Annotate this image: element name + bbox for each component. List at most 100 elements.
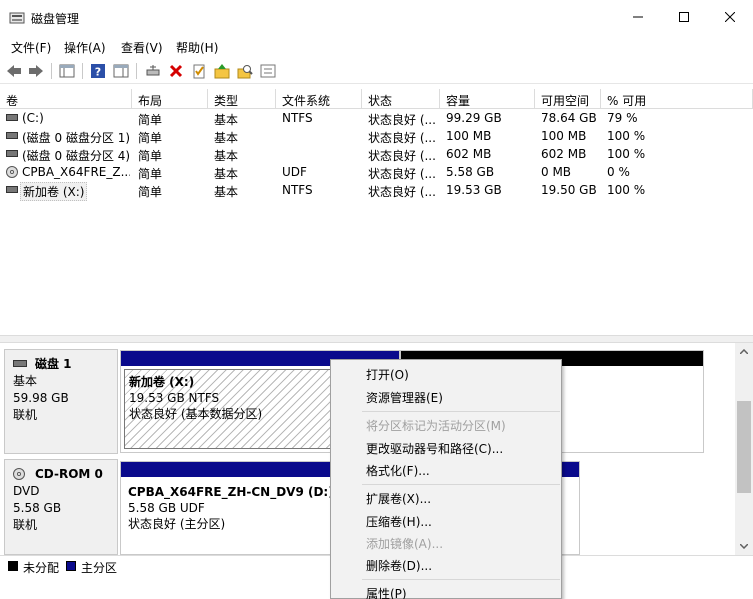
back-arrow-icon <box>7 65 21 77</box>
toolbar-separator <box>51 63 52 79</box>
table-row[interactable]: (磁盘 0 磁盘分区 1) 简单 基本 状态良好 (... 100 MB 100… <box>0 127 753 145</box>
back-button[interactable] <box>5 62 23 80</box>
menu-bar: 文件(F) 操作(A) 查看(V) 帮助(H) <box>0 36 753 57</box>
volume-filesystem: NTFS <box>282 183 313 197</box>
maximize-icon <box>679 12 689 22</box>
table-row[interactable]: (C:) 简单 基本 NTFS 状态良好 (... 99.29 GB 78.64… <box>0 109 753 127</box>
scrollbar-thumb[interactable] <box>737 401 751 493</box>
volume-capacity: 100 MB <box>446 129 492 143</box>
volume-status: 状态良好 (... <box>368 167 436 181</box>
folder-search-icon <box>237 65 253 79</box>
column-header-filesystem[interactable]: 文件系统 <box>276 89 362 109</box>
options-button[interactable] <box>259 62 277 80</box>
delete-button[interactable] <box>167 62 185 80</box>
volume-capacity: 19.53 GB <box>446 183 502 197</box>
connect-disk-button[interactable] <box>144 62 162 80</box>
cdrom-0-state: 联机 <box>13 518 38 532</box>
toolbar-separator <box>82 63 83 79</box>
volume-status: 状态良好 (... <box>368 185 436 199</box>
cd-drive-icon <box>13 468 25 480</box>
connect-drive-icon <box>146 65 160 76</box>
column-header-volume[interactable]: 卷 <box>0 89 132 109</box>
legend-unallocated-label: 未分配 <box>23 561 60 575</box>
properties-checklist-icon <box>193 64 205 79</box>
volume-name: (C:) <box>22 111 44 125</box>
search-folder-button[interactable] <box>236 62 254 80</box>
action-pane-icon <box>113 64 129 78</box>
disk-pane-scrollbar[interactable] <box>735 343 753 555</box>
menu-item-properties[interactable]: 属性(P) <box>366 585 407 599</box>
disk-1-size: 59.98 GB <box>13 391 69 405</box>
legend-primary-label: 主分区 <box>81 561 118 575</box>
volume-layout: 简单 <box>138 113 163 127</box>
delete-x-icon <box>169 64 183 78</box>
column-header-type[interactable]: 类型 <box>208 89 276 109</box>
disk-management-app-icon <box>9 12 25 24</box>
chevron-down-icon <box>740 543 748 549</box>
forward-button[interactable] <box>27 62 45 80</box>
disk-drive-icon <box>6 114 18 121</box>
menu-item-add-mirror: 添加镜像(A)... <box>366 537 444 551</box>
menu-item-shrink-volume[interactable]: 压缩卷(H)... <box>366 513 432 530</box>
volume-filesystem: UDF <box>282 165 307 179</box>
console-tree-icon <box>59 64 75 78</box>
menu-item-extend-volume[interactable]: 扩展卷(X)... <box>366 490 431 507</box>
disk-1-info[interactable]: 磁盘 1 基本 59.98 GB 联机 <box>4 349 118 454</box>
volume-percent-free: 100 % <box>607 129 646 143</box>
volume-free-space: 78.64 GB <box>541 111 597 125</box>
close-window-button[interactable] <box>707 0 753 34</box>
pane-splitter[interactable] <box>0 335 753 343</box>
menu-item-delete-volume[interactable]: 删除卷(D)... <box>366 557 432 574</box>
up-folder-button[interactable] <box>213 62 231 80</box>
scroll-down-button[interactable] <box>739 541 749 551</box>
show-action-pane-button[interactable] <box>112 62 130 80</box>
volume-status: 状态良好 (... <box>368 113 436 127</box>
maximize-button[interactable] <box>661 0 707 34</box>
properties-button[interactable] <box>190 62 208 80</box>
menu-item-open[interactable]: 打开(O) <box>366 366 409 383</box>
menu-item-format[interactable]: 格式化(F)... <box>366 462 430 479</box>
scroll-up-button[interactable] <box>739 346 749 356</box>
legend-unallocated-swatch <box>8 561 18 571</box>
menu-item-explorer[interactable]: 资源管理器(E) <box>366 389 443 406</box>
help-button[interactable]: ? <box>89 62 107 80</box>
menu-action[interactable]: 操作(A) <box>64 39 106 56</box>
cdrom-0-info[interactable]: CD-ROM 0 DVD 5.58 GB 联机 <box>4 459 118 555</box>
volume-capacity: 99.29 GB <box>446 111 502 125</box>
volume-capacity: 602 MB <box>446 147 492 161</box>
close-icon <box>725 12 735 22</box>
volume-filesystem: NTFS <box>282 111 313 125</box>
menu-separator <box>362 579 560 580</box>
column-header-status[interactable]: 状态 <box>362 89 440 109</box>
chevron-up-icon <box>740 348 748 354</box>
menu-item-change-drive-letter[interactable]: 更改驱动器号和路径(C)... <box>366 440 503 457</box>
volume-layout: 简单 <box>138 185 163 199</box>
disk-1-name: 磁盘 1 <box>13 356 117 373</box>
column-header-percent-free[interactable]: % 可用 <box>601 89 753 109</box>
volume-type: 基本 <box>214 167 239 181</box>
table-row-selected[interactable]: 新加卷 (X:) 简单 基本 NTFS 状态良好 (... 19.53 GB 1… <box>0 181 753 201</box>
volume-type: 基本 <box>214 185 239 199</box>
minimize-icon <box>633 16 643 18</box>
volume-name: 新加卷 (X:) <box>20 182 88 201</box>
menu-file[interactable]: 文件(F) <box>11 39 51 56</box>
menu-view[interactable]: 查看(V) <box>121 39 163 56</box>
menu-help[interactable]: 帮助(H) <box>176 39 218 56</box>
column-header-capacity[interactable]: 容量 <box>440 89 535 109</box>
minimize-button[interactable] <box>615 0 661 34</box>
context-menu: 打开(O) 资源管理器(E) 将分区标记为活动分区(M) 更改驱动器号和路径(C… <box>330 359 562 599</box>
volume-list: 卷 布局 类型 文件系统 状态 容量 可用空间 % 可用 (C:) 简单 基本 … <box>0 89 753 335</box>
help-icon: ? <box>91 64 105 79</box>
volume-layout: 简单 <box>138 167 163 181</box>
disk-drive-icon <box>6 132 18 139</box>
show-console-tree-button[interactable] <box>58 62 76 80</box>
volume-type: 基本 <box>214 149 239 163</box>
volume-name: (磁盘 0 磁盘分区 4) <box>22 149 130 163</box>
column-header-layout[interactable]: 布局 <box>132 89 208 109</box>
table-row[interactable]: (磁盘 0 磁盘分区 4) 简单 基本 状态良好 (... 602 MB 602… <box>0 145 753 163</box>
disk-drive-icon <box>6 150 18 157</box>
volume-percent-free: 79 % <box>607 111 638 125</box>
column-header-free-space[interactable]: 可用空间 <box>535 89 601 109</box>
table-row[interactable]: CPBA_X64FRE_Z... 简单 基本 UDF 状态良好 (... 5.5… <box>0 163 753 181</box>
volume-percent-free: 0 % <box>607 165 630 179</box>
